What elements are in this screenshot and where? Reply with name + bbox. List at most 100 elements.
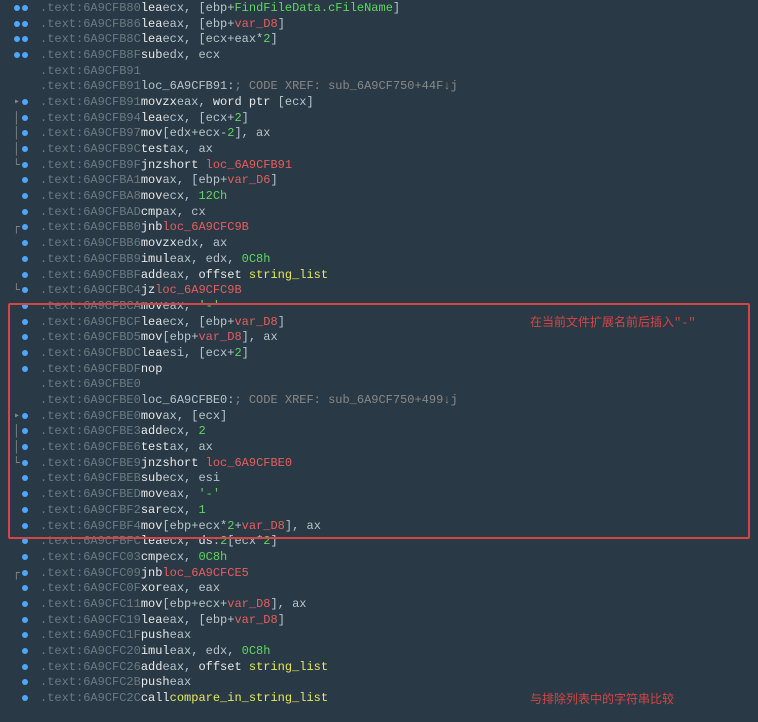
operand: ebp [206, 1, 228, 15]
disasm-line[interactable]: .text:6A9CFC20 imul eax, edx, 0C8h [0, 643, 758, 659]
disasm-line[interactable]: .text:6A9CFBE0 [0, 377, 758, 393]
disasm-line[interactable]: .text:6A9CFBEB sub ecx, esi [0, 471, 758, 487]
operand: ebp [206, 17, 228, 31]
operand: 2 [263, 32, 270, 46]
disasm-line[interactable]: └.text:6A9CFBC4 jz loc_6A9CFC9B [0, 282, 758, 298]
gutter [0, 303, 40, 309]
disasm-line[interactable]: .text:6A9CFB80 lea ecx, [ebp+FindFileDat… [0, 0, 758, 16]
operand: ax, ax [170, 142, 213, 156]
disasm-line[interactable]: .text:6A9CFBDF nop [0, 361, 758, 377]
disasm-line[interactable]: │.text:6A9CFBE6 test ax, ax [0, 439, 758, 455]
code-label[interactable]: loc_6A9CFBE0: [141, 393, 235, 407]
operand: var_D8 [198, 330, 241, 344]
mnemonic: jnz [141, 158, 163, 172]
disasm-line[interactable]: .text:6A9CFB8C lea ecx, [ecx+eax*2] [0, 31, 758, 47]
mnemonic: add [141, 660, 163, 674]
operand: edx, ecx [162, 48, 220, 62]
mnemonic: lea [141, 613, 163, 627]
address: .text:6A9CFBDC [40, 346, 141, 360]
address: .text:6A9CFBE9 [40, 456, 141, 470]
disasm-line[interactable]: │.text:6A9CFB94 lea ecx, [ecx+2] [0, 110, 758, 126]
operand: ax, [ [162, 173, 198, 187]
disasm-line[interactable]: .text:6A9CFBA1 mov ax, [ebp+var_D6] [0, 173, 758, 189]
disasm-line[interactable]: ▸.text:6A9CFBE0 mov ax, [ecx] [0, 408, 758, 424]
disasm-line[interactable]: .text:6A9CFBF2 sar ecx, 1 [0, 502, 758, 518]
mnemonic: sub [141, 48, 163, 62]
disasm-line[interactable]: .text:6A9CFBCF lea ecx, [ebp+var_D8]在当前文… [0, 314, 758, 330]
operand: offset [198, 660, 241, 674]
disasm-line[interactable]: │.text:6A9CFBE3 add ecx, 2 [0, 424, 758, 440]
address: .text:6A9CFBF2 [40, 503, 141, 517]
address: .text:6A9CFBE0 [40, 377, 141, 391]
disasm-line[interactable]: .text:6A9CFBB6 movzx edx, ax [0, 235, 758, 251]
address: .text:6A9CFB94 [40, 111, 141, 125]
xref-comment: ; CODE XREF: sub_6A9CF750+499↓j [234, 393, 457, 407]
disasm-line[interactable]: .text:6A9CFC26 add eax, offset string_li… [0, 659, 758, 675]
operand: ecx, [ecx+ [162, 111, 234, 125]
address: .text:6A9CFBB6 [40, 236, 141, 250]
disasm-line[interactable]: .text:6A9CFBAD cmp ax, cx [0, 204, 758, 220]
operand: ] [278, 17, 285, 31]
gutter [0, 334, 40, 340]
disasm-line[interactable]: .text:6A9CFBF4 mov [ebp+ecx*2+var_D8], a… [0, 518, 758, 534]
mnemonic: add [141, 424, 163, 438]
operand: [ecx] [270, 95, 313, 109]
code-label[interactable]: loc_6A9CFB91: [141, 79, 235, 93]
disasm-line[interactable]: .text:6A9CFBBF add eax, offset string_li… [0, 267, 758, 283]
disasm-line[interactable]: .text:6A9CFBE0 loc_6A9CFBE0: ; CODE XREF… [0, 392, 758, 408]
operand: short [162, 158, 205, 172]
disasm-line[interactable]: │.text:6A9CFB9C test ax, ax [0, 141, 758, 157]
mnemonic: jnb [141, 220, 163, 234]
disasm-line[interactable]: .text:6A9CFBB9 imul eax, edx, 0C8h [0, 251, 758, 267]
disasm-line[interactable]: .text:6A9CFBDC lea esi, [ecx+2] [0, 345, 758, 361]
disasm-line[interactable]: .text:6A9CFC19 lea eax, [ebp+var_D8] [0, 612, 758, 628]
disasm-line[interactable]: .text:6A9CFB91 loc_6A9CFB91: ; CODE XREF… [0, 78, 758, 94]
address: .text:6A9CFBC4 [40, 283, 141, 297]
disasm-line[interactable]: │.text:6A9CFB97 mov [edx+ecx-2], ax [0, 126, 758, 142]
operand: ecx, [162, 424, 198, 438]
mnemonic: jnb [141, 566, 163, 580]
disasm-line[interactable]: .text:6A9CFC1F push eax [0, 628, 758, 644]
disasm-line[interactable]: .text:6A9CFB8F sub edx, ecx [0, 47, 758, 63]
operand: ecx, [ecx+eax* [162, 32, 263, 46]
disasm-line[interactable]: .text:6A9CFC0F xor eax, eax [0, 580, 758, 596]
gutter: │ [0, 142, 40, 156]
disasm-line[interactable]: .text:6A9CFBFC lea ecx, ds:2[ecx*2] [0, 533, 758, 549]
operand: +ecx+ [191, 597, 227, 611]
address: .text:6A9CFBA8 [40, 189, 141, 203]
disasm-line[interactable]: .text:6A9CFC03 cmp ecx, 0C8h [0, 549, 758, 565]
gutter [0, 240, 40, 246]
mnemonic: mov [141, 299, 163, 313]
operand: [ [162, 330, 169, 344]
address: .text:6A9CFBD5 [40, 330, 141, 344]
address: .text:6A9CFBB0 [40, 220, 141, 234]
disasm-line[interactable]: └.text:6A9CFB9F jnz short loc_6A9CFB91 [0, 157, 758, 173]
disasm-line[interactable]: └.text:6A9CFBE9 jnz short loc_6A9CFBE0 [0, 455, 758, 471]
mnemonic: mov [141, 487, 163, 501]
disasm-line[interactable]: .text:6A9CFC2B push eax [0, 675, 758, 691]
operand: loc_6A9CFB91 [206, 158, 292, 172]
disasm-line[interactable]: .text:6A9CFC2C call compare_in_string_li… [0, 690, 758, 706]
operand: short [162, 456, 205, 470]
disasm-line[interactable]: .text:6A9CFBA8 mov ecx, 12Ch [0, 188, 758, 204]
disasm-line[interactable]: .text:6A9CFC11 mov [ebp+ecx+var_D8], ax [0, 596, 758, 612]
address: .text:6A9CFBBF [40, 268, 141, 282]
operand: 0C8h [198, 550, 227, 564]
disasm-line[interactable]: .text:6A9CFBCA mov eax, '-' [0, 298, 758, 314]
operand: ebp [170, 597, 192, 611]
operand: 2 [234, 111, 241, 125]
disasm-line[interactable]: ┌.text:6A9CFC09 jnb loc_6A9CFCE5 [0, 565, 758, 581]
mnemonic: push [141, 675, 170, 689]
disasm-line[interactable]: .text:6A9CFBD5 mov [ebp+var_D8], ax [0, 329, 758, 345]
operand: 2 [234, 346, 241, 360]
disasm-line[interactable]: .text:6A9CFB91 [0, 63, 758, 79]
disasm-line[interactable]: .text:6A9CFB86 lea eax, [ebp+var_D8] [0, 16, 758, 32]
mnemonic: lea [141, 1, 163, 15]
disasm-line[interactable]: ▸.text:6A9CFB91 movzx eax, word ptr [ecx… [0, 94, 758, 110]
disasm-line[interactable]: .text:6A9CFBED mov eax, '-' [0, 486, 758, 502]
address: .text:6A9CFB80 [40, 1, 141, 15]
disasm-line[interactable]: ┌.text:6A9CFBB0 jnb loc_6A9CFC9B [0, 220, 758, 236]
gutter [0, 617, 40, 623]
gutter: ┌ [0, 566, 40, 580]
operand: eax, [162, 660, 198, 674]
